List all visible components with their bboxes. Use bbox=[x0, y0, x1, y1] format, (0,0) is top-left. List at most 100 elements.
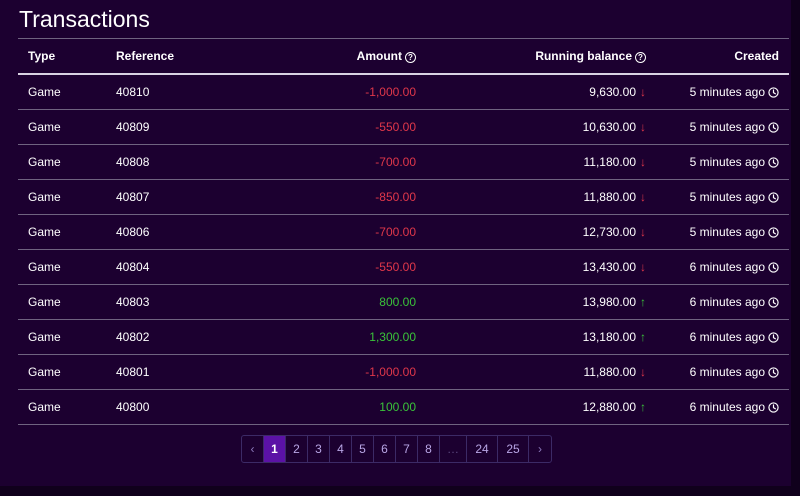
cell-amount: 1,300.00 bbox=[246, 319, 426, 355]
clock-icon bbox=[768, 157, 779, 168]
transactions-table: Type Reference Amount? Running balance? … bbox=[18, 38, 789, 425]
page-title: Transactions bbox=[19, 6, 150, 32]
transactions-body: Game 40810 -1,000.00 9,630.00 ↓ 5 minutes ago… bbox=[18, 74, 789, 425]
cell-created: 6 minutes ago bbox=[656, 354, 789, 390]
table-row: Game 40810 -1,000.00 9,630.00 ↓ 5 minutes ago bbox=[18, 74, 789, 110]
cell-running-balance: 11,180.00 ↓ bbox=[426, 144, 656, 180]
cell-created: 5 minutes ago bbox=[656, 214, 789, 250]
pagination-page-24[interactable]: 24 bbox=[467, 436, 498, 462]
cell-type: Game bbox=[18, 179, 106, 215]
arrow-up-icon: ↑ bbox=[640, 400, 646, 414]
col-header-type: Type bbox=[18, 38, 106, 75]
arrow-up-icon: ↑ bbox=[640, 330, 646, 344]
col-header-reference: Reference bbox=[106, 38, 246, 75]
cell-type: Game bbox=[18, 144, 106, 180]
clock-icon bbox=[768, 122, 779, 133]
cell-created: 5 minutes ago bbox=[656, 144, 789, 180]
table-row: Game 40808 -700.00 11,180.00 ↓ 5 minutes ago bbox=[18, 144, 789, 180]
table-row: Game 40807 -850.00 11,880.00 ↓ 5 minutes ago bbox=[18, 179, 789, 215]
cell-reference: 40803 bbox=[106, 284, 246, 320]
cell-amount: 100.00 bbox=[246, 389, 426, 425]
cell-amount: -700.00 bbox=[246, 214, 426, 250]
transactions-panel: Transactions Type Reference Amount? Runn… bbox=[0, 0, 791, 486]
cell-running-balance: 12,730.00 ↓ bbox=[426, 214, 656, 250]
cell-running-balance: 13,980.00 ↑ bbox=[426, 284, 656, 320]
cell-amount: -850.00 bbox=[246, 179, 426, 215]
cell-created: 6 minutes ago bbox=[656, 284, 789, 320]
arrow-down-icon: ↓ bbox=[640, 225, 646, 239]
pagination-page-25[interactable]: 25 bbox=[498, 436, 529, 462]
pagination-page-2[interactable]: 2 bbox=[286, 436, 308, 462]
cell-amount: -550.00 bbox=[246, 249, 426, 285]
cell-created: 6 minutes ago bbox=[656, 249, 789, 285]
cell-created: 5 minutes ago bbox=[656, 109, 789, 145]
cell-reference: 40809 bbox=[106, 109, 246, 145]
pagination-page-3[interactable]: 3 bbox=[308, 436, 330, 462]
cell-created: 5 minutes ago bbox=[656, 74, 789, 110]
clock-icon bbox=[768, 87, 779, 98]
clock-icon bbox=[768, 262, 779, 273]
table-row: Game 40809 -550.00 10,630.00 ↓ 5 minutes ago bbox=[18, 109, 789, 145]
cell-running-balance: 12,880.00 ↑ bbox=[426, 389, 656, 425]
table-row: Game 40800 100.00 12,880.00 ↑ 6 minutes ago bbox=[18, 389, 789, 425]
col-header-amount: Amount? bbox=[246, 38, 426, 75]
help-icon[interactable]: ? bbox=[405, 52, 416, 63]
col-header-running-balance: Running balance? bbox=[426, 38, 656, 75]
pagination-page-1[interactable]: 1 bbox=[264, 436, 286, 462]
cell-type: Game bbox=[18, 389, 106, 425]
pagination-page-6[interactable]: 6 bbox=[374, 436, 396, 462]
col-header-created: Created bbox=[656, 38, 789, 75]
cell-created: 6 minutes ago bbox=[656, 389, 789, 425]
cell-reference: 40808 bbox=[106, 144, 246, 180]
clock-icon bbox=[768, 367, 779, 378]
cell-amount: -550.00 bbox=[246, 109, 426, 145]
cell-reference: 40804 bbox=[106, 249, 246, 285]
table-row: Game 40801 -1,000.00 11,880.00 ↓ 6 minutes ag… bbox=[18, 354, 789, 390]
cell-reference: 40800 bbox=[106, 389, 246, 425]
cell-type: Game bbox=[18, 319, 106, 355]
clock-icon bbox=[768, 402, 779, 413]
cell-reference: 40802 bbox=[106, 319, 246, 355]
cell-reference: 40806 bbox=[106, 214, 246, 250]
table-row: Game 40804 -550.00 13,430.00 ↓ 6 minutes ago bbox=[18, 249, 789, 285]
cell-running-balance: 13,430.00 ↓ bbox=[426, 249, 656, 285]
pagination-page-8[interactable]: 8 bbox=[418, 436, 440, 462]
cell-running-balance: 11,880.00 ↓ bbox=[426, 354, 656, 390]
pagination-page-4[interactable]: 4 bbox=[330, 436, 352, 462]
pagination-next-button[interactable]: › bbox=[529, 436, 551, 462]
table-header-row: Type Reference Amount? Running balance? … bbox=[18, 38, 789, 75]
cell-amount: -1,000.00 bbox=[246, 74, 426, 110]
cell-running-balance: 13,180.00 ↑ bbox=[426, 319, 656, 355]
cell-created: 5 minutes ago bbox=[656, 179, 789, 215]
arrow-down-icon: ↓ bbox=[640, 120, 646, 134]
cell-created: 6 minutes ago bbox=[656, 319, 789, 355]
cell-amount: 800.00 bbox=[246, 284, 426, 320]
table-row: Game 40806 -700.00 12,730.00 ↓ 5 minutes ago bbox=[18, 214, 789, 250]
arrow-up-icon: ↑ bbox=[640, 295, 646, 309]
cell-running-balance: 9,630.00 ↓ bbox=[426, 74, 656, 110]
table-row: Game 40803 800.00 13,980.00 ↑ 6 minutes ago bbox=[18, 284, 789, 320]
cell-running-balance: 11,880.00 ↓ bbox=[426, 179, 656, 215]
cell-reference: 40807 bbox=[106, 179, 246, 215]
arrow-down-icon: ↓ bbox=[640, 85, 646, 99]
cell-running-balance: 10,630.00 ↓ bbox=[426, 109, 656, 145]
arrow-down-icon: ↓ bbox=[640, 365, 646, 379]
table-row: Game 40802 1,300.00 13,180.00 ↑ 6 minutes ago bbox=[18, 319, 789, 355]
arrow-down-icon: ↓ bbox=[640, 190, 646, 204]
clock-icon bbox=[768, 192, 779, 203]
pagination-page-7[interactable]: 7 bbox=[396, 436, 418, 462]
help-icon[interactable]: ? bbox=[635, 52, 646, 63]
cell-amount: -1,000.00 bbox=[246, 354, 426, 390]
clock-icon bbox=[768, 227, 779, 238]
cell-type: Game bbox=[18, 249, 106, 285]
cell-type: Game bbox=[18, 354, 106, 390]
arrow-down-icon: ↓ bbox=[640, 155, 646, 169]
pagination: ‹ 1 2 3 4 5 6 7 8… 24 25 › bbox=[241, 435, 552, 463]
pagination-page-5[interactable]: 5 bbox=[352, 436, 374, 462]
cell-type: Game bbox=[18, 284, 106, 320]
pagination-prev-button[interactable]: ‹ bbox=[242, 436, 264, 462]
cell-reference: 40810 bbox=[106, 74, 246, 110]
cell-type: Game bbox=[18, 214, 106, 250]
arrow-down-icon: ↓ bbox=[640, 260, 646, 274]
pagination-ellipsis: … bbox=[440, 436, 467, 462]
